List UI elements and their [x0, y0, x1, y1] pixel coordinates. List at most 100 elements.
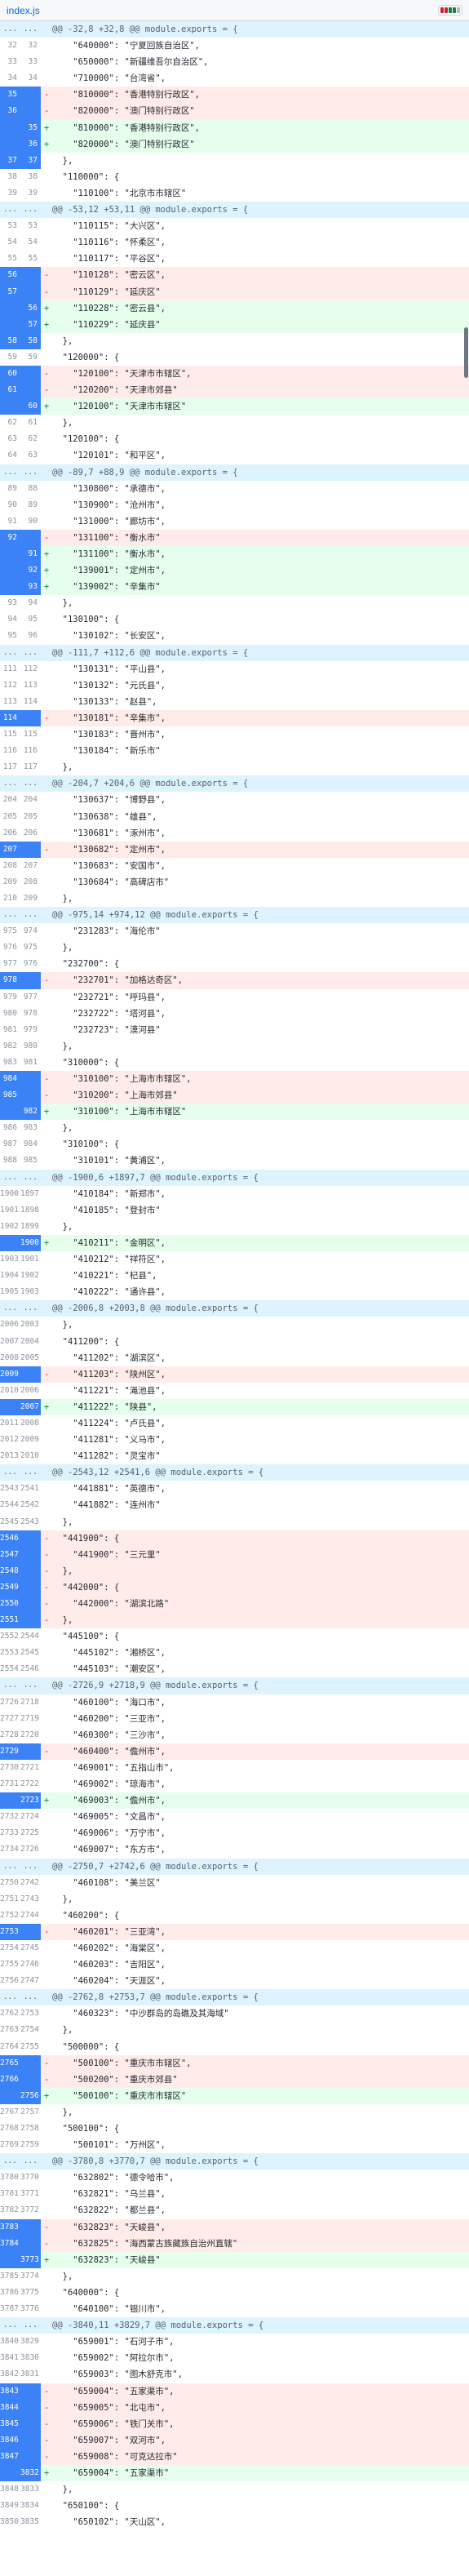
old-line-number[interactable]: 39 — [0, 184, 20, 202]
new-line-number[interactable]: 2541 — [20, 1481, 41, 1498]
new-line-number[interactable]: 3833 — [20, 2481, 41, 2498]
old-line-number[interactable]: 975 — [0, 923, 20, 940]
old-line-number[interactable]: 1901 — [0, 1201, 20, 1219]
new-line-number[interactable] — [20, 2218, 41, 2236]
old-line-number[interactable]: ... — [0, 1169, 20, 1186]
old-line-number[interactable]: 983 — [0, 1054, 20, 1071]
old-line-number[interactable]: 2732 — [0, 1809, 20, 1826]
old-line-number[interactable]: ... — [0, 2317, 20, 2334]
new-line-number[interactable]: 2719 — [20, 1710, 41, 1727]
new-line-number[interactable]: 112 — [20, 660, 41, 677]
new-line-number[interactable]: 975 — [20, 939, 41, 957]
new-line-number[interactable]: 38 — [20, 168, 41, 185]
new-line-number[interactable] — [20, 529, 41, 546]
new-line-number[interactable]: 985 — [20, 1153, 41, 1170]
new-line-number[interactable] — [20, 1579, 41, 1596]
old-line-number[interactable] — [0, 135, 20, 153]
new-line-number[interactable] — [20, 2235, 41, 2252]
old-line-number[interactable]: 3841 — [0, 2350, 20, 2367]
new-line-number[interactable]: 2546 — [20, 1661, 41, 1678]
new-line-number[interactable]: 39 — [20, 184, 41, 202]
old-line-number[interactable]: 2554 — [0, 1661, 20, 1678]
old-line-number[interactable]: 3845 — [0, 2415, 20, 2432]
old-line-number[interactable]: 2762 — [0, 2005, 20, 2023]
old-line-number[interactable] — [0, 1104, 20, 1121]
old-line-number[interactable]: 981 — [0, 1021, 20, 1038]
old-line-number[interactable]: 3781 — [0, 2186, 20, 2203]
new-line-number[interactable]: 2545 — [20, 1645, 41, 1662]
new-line-number[interactable]: 1903 — [20, 1284, 41, 1301]
new-line-number[interactable] — [20, 2448, 41, 2465]
new-line-number[interactable]: 2009 — [20, 1432, 41, 1449]
new-line-number[interactable]: 2722 — [20, 1776, 41, 1793]
old-line-number[interactable]: 2548 — [0, 1562, 20, 1579]
old-line-number[interactable]: 2767 — [0, 2103, 20, 2121]
new-line-number[interactable]: 37 — [20, 152, 41, 169]
old-line-number[interactable]: 986 — [0, 1120, 20, 1137]
old-line-number[interactable]: 3847 — [0, 2448, 20, 2465]
new-line-number[interactable]: 2759 — [20, 2137, 41, 2154]
old-line-number[interactable]: 2011 — [0, 1415, 20, 1432]
new-line-number[interactable]: 2003 — [20, 1317, 41, 1334]
new-line-number[interactable]: 90 — [20, 513, 41, 530]
new-line-number[interactable]: 2004 — [20, 1333, 41, 1350]
old-line-number[interactable] — [0, 546, 20, 563]
new-line-number[interactable]: 1898 — [20, 1201, 41, 1219]
old-line-number[interactable]: 209 — [0, 873, 20, 890]
new-line-number[interactable]: 60 — [20, 398, 41, 415]
new-line-number[interactable]: 114 — [20, 693, 41, 710]
new-line-number[interactable] — [20, 1596, 41, 1613]
old-line-number[interactable] — [0, 579, 20, 596]
old-line-number[interactable] — [0, 300, 20, 317]
new-line-number[interactable]: 93 — [20, 579, 41, 596]
new-line-number[interactable]: 35 — [20, 119, 41, 136]
old-line-number[interactable] — [0, 2087, 20, 2104]
old-line-number[interactable]: 982 — [0, 1037, 20, 1055]
old-line-number[interactable]: 61 — [0, 382, 20, 399]
old-line-number[interactable]: 2753 — [0, 1923, 20, 1940]
new-line-number[interactable]: 2745 — [20, 1939, 41, 1957]
new-line-number[interactable]: 55 — [20, 251, 41, 268]
new-line-number[interactable]: 209 — [20, 890, 41, 908]
old-line-number[interactable]: 90 — [0, 496, 20, 513]
new-line-number[interactable]: 63 — [20, 447, 41, 464]
new-line-number[interactable]: 978 — [20, 1005, 41, 1022]
old-line-number[interactable]: 3786 — [0, 2284, 20, 2302]
new-line-number[interactable]: 61 — [20, 415, 41, 432]
old-line-number[interactable]: 2726 — [0, 1694, 20, 1711]
old-line-number[interactable]: 113 — [0, 693, 20, 710]
old-line-number[interactable]: ... — [0, 21, 20, 38]
old-line-number[interactable]: 977 — [0, 956, 20, 973]
new-line-number[interactable] — [20, 1366, 41, 1383]
old-line-number[interactable]: 2549 — [0, 1579, 20, 1596]
old-line-number[interactable]: 2012 — [0, 1432, 20, 1449]
new-line-number[interactable]: 2010 — [20, 1448, 41, 1465]
scrollbar-thumb[interactable] — [464, 327, 468, 378]
new-line-number[interactable]: 977 — [20, 988, 41, 1006]
new-line-number[interactable]: 34 — [20, 70, 41, 87]
old-line-number[interactable]: 2765 — [0, 2054, 20, 2072]
new-line-number[interactable]: 2005 — [20, 1349, 41, 1366]
old-line-number[interactable]: 2008 — [0, 1349, 20, 1366]
old-line-number[interactable]: 64 — [0, 447, 20, 464]
new-line-number[interactable]: 3771 — [20, 2186, 41, 2203]
old-line-number[interactable]: ... — [0, 2153, 20, 2170]
old-line-number[interactable]: 2545 — [0, 1513, 20, 1530]
old-line-number[interactable]: 58 — [0, 332, 20, 349]
new-line-number[interactable]: 2758 — [20, 2121, 41, 2138]
old-line-number[interactable]: 2754 — [0, 1939, 20, 1957]
old-line-number[interactable]: 2009 — [0, 1366, 20, 1383]
old-line-number[interactable]: 2553 — [0, 1645, 20, 1662]
new-line-number[interactable]: 3774 — [20, 2267, 41, 2285]
old-line-number[interactable]: 3846 — [0, 2432, 20, 2449]
new-line-number[interactable]: 32 — [20, 38, 41, 55]
file-name[interactable]: index.js — [7, 5, 40, 16]
scrollbar[interactable] — [462, 21, 469, 2576]
old-line-number[interactable]: 2729 — [0, 1743, 20, 1760]
old-line-number[interactable]: 205 — [0, 808, 20, 825]
new-line-number[interactable] — [20, 2432, 41, 2449]
new-line-number[interactable]: 981 — [20, 1054, 41, 1071]
old-line-number[interactable]: 2551 — [0, 1612, 20, 1629]
old-line-number[interactable]: ... — [0, 202, 20, 219]
new-line-number[interactable]: 116 — [20, 743, 41, 760]
